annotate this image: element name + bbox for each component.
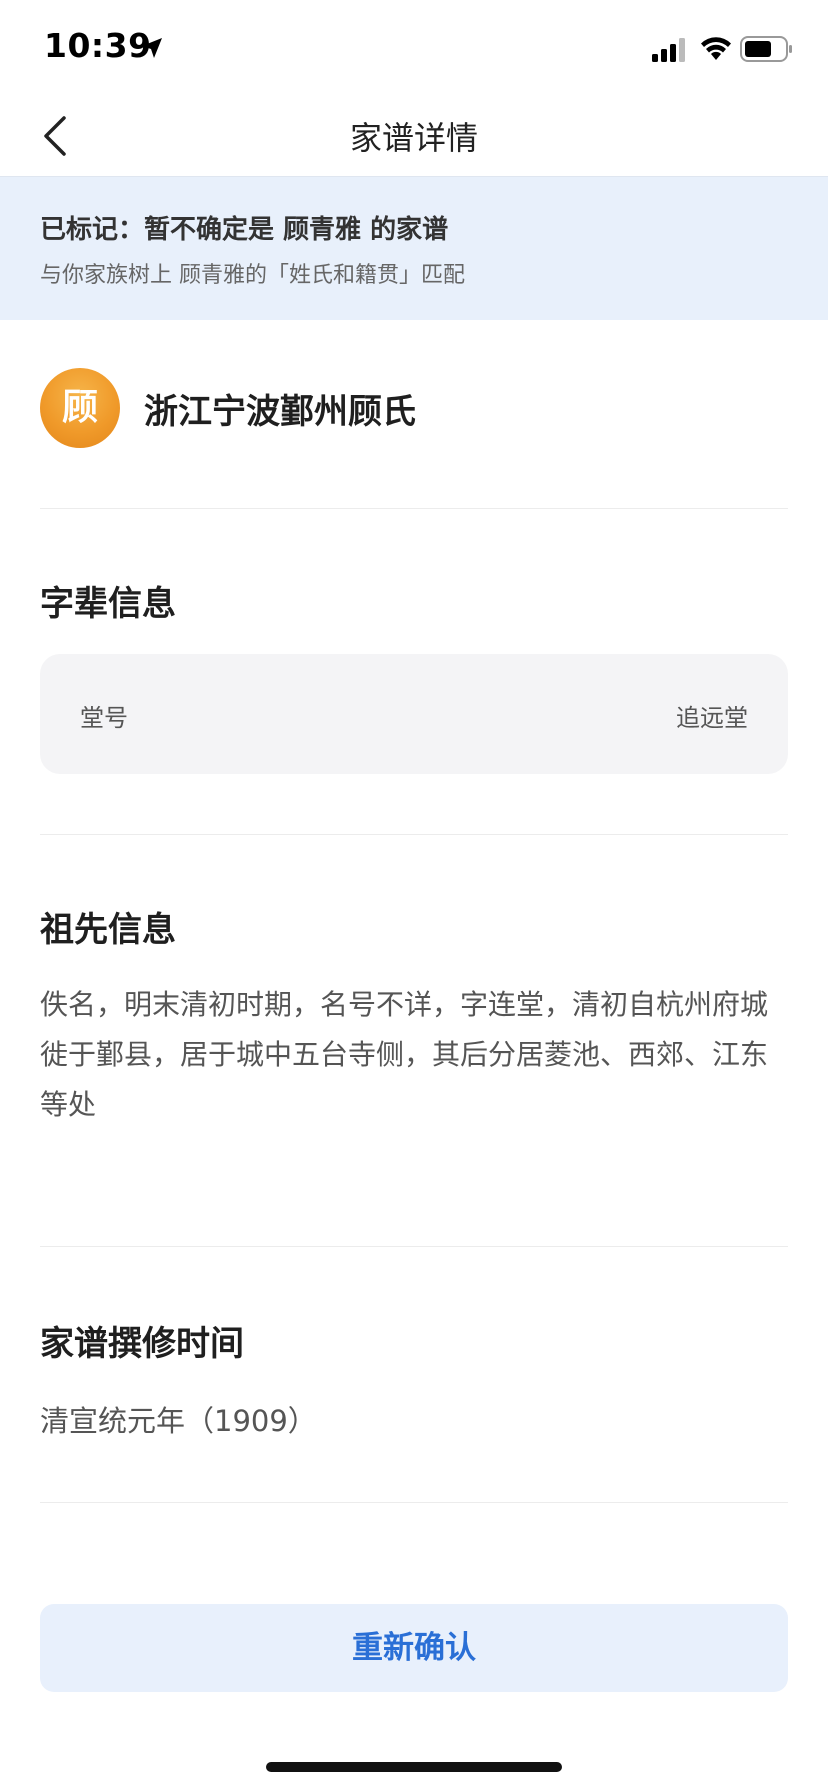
page-title: 家谱详情	[349, 119, 478, 157]
ancestor-description: 佚名，明末清初时期，名号不详，字连堂，清初自杭州府城徙于鄞县，居于城中五台寺侧，…	[40, 988, 769, 1121]
mark-notice-banner: 已标记：暂不确定是 顾青雅 的家谱 与你家族树上 顾青雅的「姓氏和籍贯」匹配	[0, 176, 828, 320]
battery-icon	[740, 36, 794, 62]
divider	[40, 834, 788, 835]
ancestor-section-title: 祖先信息	[40, 910, 176, 950]
divider	[40, 1246, 788, 1247]
divider	[40, 508, 788, 509]
surname-avatar: 顾	[40, 368, 120, 448]
notice-subtitle: 与你家族树上 顾青雅的「姓氏和籍贯」匹配	[40, 263, 465, 288]
hall-name-value: 追远堂	[676, 704, 748, 732]
generation-section-title: 字辈信息	[40, 584, 176, 624]
status-bar: 10:39	[0, 0, 828, 100]
genealogy-name: 浙江宁波鄞州顾氏	[144, 392, 416, 432]
compile-time-value: 清宣统元年（1909）	[40, 1404, 317, 1438]
genealogy-header: 顾 浙江宁波鄞州顾氏	[40, 368, 788, 450]
compile-time-section-title: 家谱撰修时间	[40, 1324, 244, 1364]
genealogy-detail-page: 10:39 家谱详情 已标记：暂不确定是 顾青雅 的家谱 与你家族树上 顾青雅的…	[0, 0, 828, 1792]
wifi-icon	[700, 34, 732, 62]
chevron-left-icon	[40, 114, 68, 162]
location-arrow-icon	[140, 36, 164, 60]
status-time: 10:39	[44, 26, 152, 65]
hall-name-label: 堂号	[80, 704, 128, 732]
home-indicator[interactable]	[266, 1762, 562, 1772]
hall-name-card: 堂号 追远堂	[40, 654, 788, 774]
signal-icon	[652, 38, 688, 62]
nav-bar: 家谱详情	[0, 100, 828, 176]
reconfirm-button[interactable]: 重新确认	[40, 1604, 788, 1692]
divider	[40, 1502, 788, 1503]
notice-title: 已标记：暂不确定是 顾青雅 的家谱	[40, 215, 449, 245]
back-button[interactable]	[28, 108, 80, 168]
